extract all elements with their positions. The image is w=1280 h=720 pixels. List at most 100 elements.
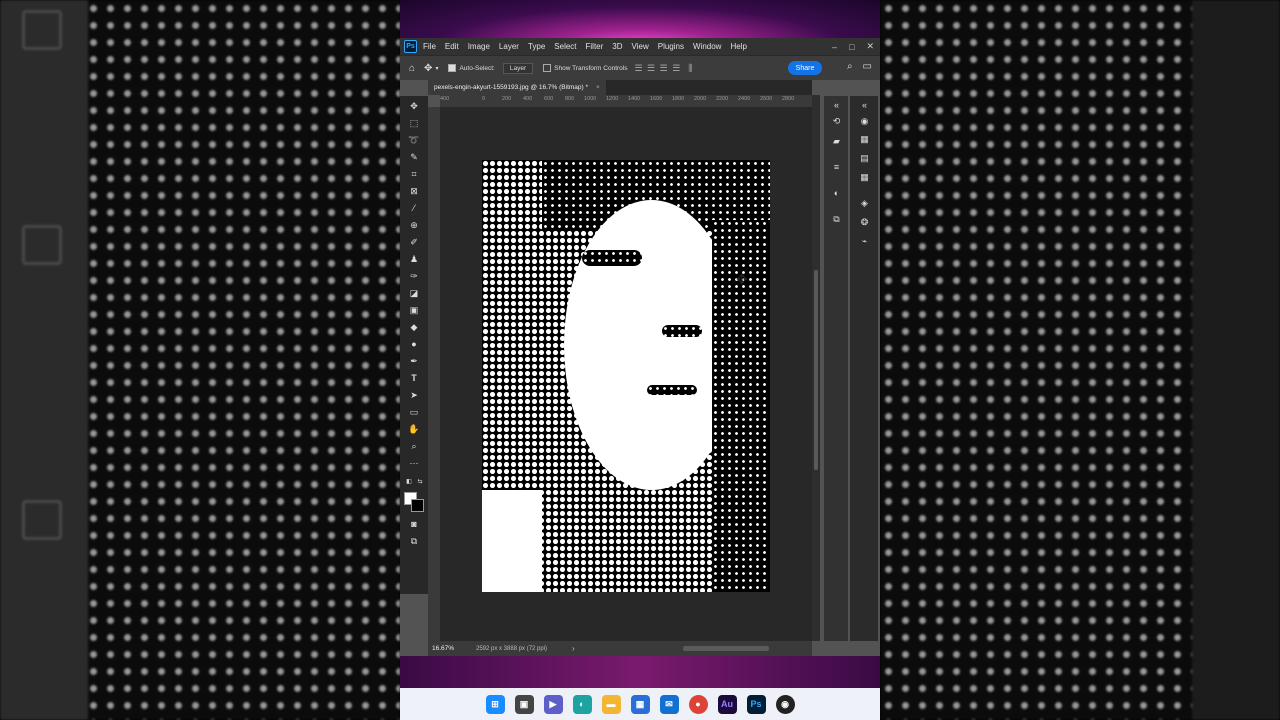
canvas-area[interactable]: ✥: [440, 107, 812, 641]
eraser-tool-icon[interactable]: ◪: [408, 287, 420, 299]
expand-panels-icon[interactable]: «: [859, 100, 870, 111]
vertical-scroll-thumb[interactable]: [814, 270, 818, 470]
ruler-tick-label: 200: [502, 96, 512, 102]
ghost-tool-icon: [22, 500, 62, 540]
brush-tool-icon[interactable]: ✐: [408, 236, 420, 248]
ruler-tick-label: 2600: [760, 96, 773, 102]
close-button[interactable]: ✕: [866, 41, 874, 52]
healing-brush-icon[interactable]: ⊕: [408, 219, 420, 231]
paths-panel-icon[interactable]: ⌁: [859, 236, 870, 247]
menu-layer[interactable]: Layer: [499, 42, 519, 51]
pen-tool-icon[interactable]: ✒: [408, 355, 420, 367]
lasso-tool-icon[interactable]: ➰: [408, 134, 420, 146]
horizontal-scroll-thumb[interactable]: [683, 646, 769, 651]
swatches-panel-icon[interactable]: ▦: [859, 134, 870, 145]
hand-tool-icon[interactable]: ✋: [408, 423, 420, 435]
show-transform-controls-checkbox[interactable]: Show Transform Controls: [543, 64, 627, 72]
adjustments-panel-icon[interactable]: ≡: [831, 162, 842, 173]
libraries-panel-icon[interactable]: ⧉: [831, 214, 842, 225]
blur-tool-icon[interactable]: ◆: [408, 321, 420, 333]
document-tab[interactable]: pexels-engin-akyurt-1559193.jpg @ 16.7% …: [428, 80, 606, 95]
zoom-level[interactable]: 16.67%: [432, 645, 472, 652]
eye-shadow-region: [662, 325, 702, 337]
rectangle-tool-icon[interactable]: ▭: [408, 406, 420, 418]
menu-plugins[interactable]: Plugins: [658, 42, 684, 51]
windows-taskbar: ⊞ ▣ ▶ ◐ ▬ ▦ ✉ ● Au Ps ◉: [400, 688, 880, 720]
chrome-icon[interactable]: ●: [688, 694, 708, 714]
eyedropper-tool-icon[interactable]: ⁄: [408, 202, 420, 214]
obs-icon[interactable]: ◉: [775, 694, 795, 714]
menu-image[interactable]: Image: [468, 42, 490, 51]
maximize-button[interactable]: □: [849, 42, 854, 52]
panel-dock-collapsed: « ⟲ ▰ ≡ ◐ ⧉: [824, 96, 848, 641]
navigator-panel-icon[interactable]: ◐: [831, 188, 842, 199]
patterns-panel-icon[interactable]: ▦: [859, 172, 870, 183]
workspace-icon[interactable]: ▭: [863, 61, 872, 72]
layer-select-dropdown[interactable]: Layer: [502, 62, 534, 74]
type-tool-icon[interactable]: T: [408, 372, 420, 384]
audition-icon[interactable]: Au: [717, 694, 737, 714]
menu-filter[interactable]: Filter: [586, 42, 604, 51]
menu-select[interactable]: Select: [554, 42, 576, 51]
blurred-panel-right: [1192, 0, 1280, 720]
background-color-swatch[interactable]: [411, 499, 424, 512]
vertical-scrollbar[interactable]: [812, 95, 820, 641]
menu-edit[interactable]: Edit: [445, 42, 459, 51]
clone-stamp-icon[interactable]: ♟: [408, 253, 420, 265]
share-button[interactable]: Share: [788, 61, 822, 75]
dodge-tool-icon[interactable]: ●: [408, 338, 420, 350]
auto-select-checkbox[interactable]: Auto-Select:: [448, 64, 495, 72]
mail-icon[interactable]: ✉: [659, 694, 679, 714]
menu-view[interactable]: View: [632, 42, 649, 51]
gradient-tool-icon[interactable]: ▣: [408, 304, 420, 316]
window-controls: – □ ✕: [832, 38, 874, 55]
move-cursor-icon: ✥: [736, 271, 748, 287]
menu-3d[interactable]: 3D: [612, 42, 622, 51]
close-tab-icon[interactable]: ×: [596, 84, 600, 91]
teams-icon[interactable]: ▶: [543, 694, 563, 714]
move-tool-icon[interactable]: ✥: [408, 100, 420, 112]
menu-window[interactable]: Window: [693, 42, 721, 51]
crop-tool-icon[interactable]: ⌗: [408, 168, 420, 180]
history-panel-icon[interactable]: ⟲: [831, 116, 842, 127]
microsoft-store-icon[interactable]: ▦: [630, 694, 650, 714]
expand-panels-icon[interactable]: «: [831, 100, 842, 111]
photoshop-taskbar-icon[interactable]: Ps: [746, 694, 766, 714]
move-tool-preset-icon[interactable]: ✥: [424, 63, 432, 74]
align-buttons-icon[interactable]: ☰ ☰ ☰ ☰: [634, 63, 681, 74]
edge-icon[interactable]: ◐: [572, 694, 592, 714]
gradients-panel-icon[interactable]: ▤: [859, 153, 870, 164]
path-selection-icon[interactable]: ➤: [408, 389, 420, 401]
quick-selection-tool-icon[interactable]: ✎: [408, 151, 420, 163]
task-view-icon[interactable]: ▣: [514, 694, 534, 714]
more-tools-icon[interactable]: ⋯: [408, 457, 420, 469]
menu-type[interactable]: Type: [528, 42, 545, 51]
status-menu-arrow[interactable]: ›: [572, 644, 575, 653]
ruler-tick-label: 1600: [650, 96, 663, 102]
document-tab-row: pexels-engin-akyurt-1559193.jpg @ 16.7% …: [428, 80, 812, 95]
zoom-tool-icon[interactable]: ⌕: [408, 440, 420, 452]
color-panel-icon[interactable]: ◉: [859, 116, 870, 127]
menu-help[interactable]: Help: [730, 42, 746, 51]
comments-panel-icon[interactable]: ▰: [831, 136, 842, 147]
frame-tool-icon[interactable]: ⊠: [408, 185, 420, 197]
minimize-button[interactable]: –: [832, 42, 837, 52]
home-icon[interactable]: ⌂: [409, 63, 415, 74]
channels-panel-icon[interactable]: ❂: [859, 217, 870, 228]
mouth-shadow-region: [647, 385, 697, 395]
history-brush-icon[interactable]: ✑: [408, 270, 420, 282]
search-icon[interactable]: ⌕: [847, 61, 853, 72]
marquee-tool-icon[interactable]: ⬚: [408, 117, 420, 129]
chevron-down-icon[interactable]: ▾: [435, 65, 438, 72]
file-explorer-icon[interactable]: ▬: [601, 694, 621, 714]
layers-panel-icon[interactable]: ◈: [859, 198, 870, 209]
background-artwork-top: [400, 0, 880, 38]
screen-mode-icon[interactable]: ⧉: [408, 535, 420, 547]
document-info: 2592 px x 3888 px (72 ppi): [476, 645, 548, 652]
ghost-tool-icon: [22, 10, 62, 50]
swap-colors-icon[interactable]: ⇆: [414, 476, 426, 488]
menu-file[interactable]: File: [423, 42, 436, 51]
windows-start-icon[interactable]: ⊞: [485, 694, 505, 714]
quick-mask-icon[interactable]: ◙: [408, 518, 420, 530]
distribute-icon[interactable]: ⫼: [688, 63, 693, 74]
